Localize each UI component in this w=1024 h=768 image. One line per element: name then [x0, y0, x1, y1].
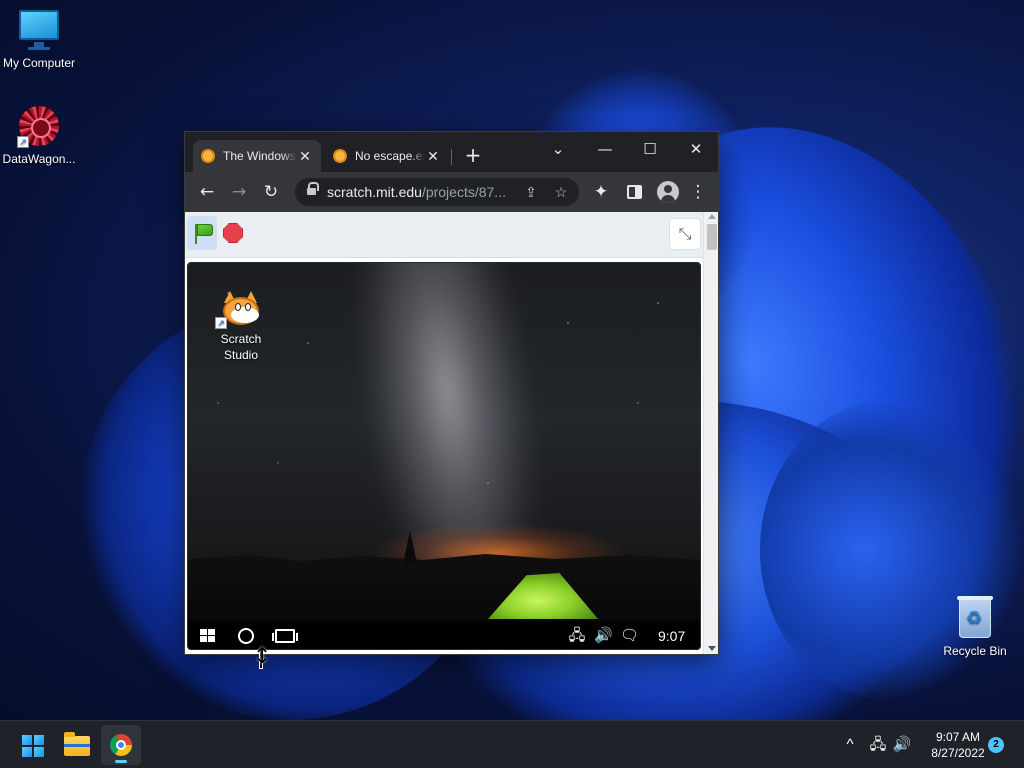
close-window-button[interactable]: ✕ — [676, 136, 716, 162]
forward-button[interactable]: → — [225, 178, 253, 206]
tab-close-icon[interactable]: ✕ — [425, 148, 441, 165]
scrollbar-thumb[interactable] — [707, 224, 717, 250]
share-icon[interactable]: ⇪ — [521, 178, 541, 206]
scroll-down-arrow-icon[interactable] — [708, 646, 716, 651]
vm-cortana-circle-icon[interactable] — [238, 628, 254, 644]
scratch-favicon-icon — [201, 149, 215, 163]
vm-task-view-icon[interactable] — [272, 629, 298, 643]
volume-icon[interactable]: 🔊 — [890, 721, 914, 768]
desktop-icon-my-computer[interactable]: My Computer — [0, 8, 81, 70]
folder-icon — [64, 732, 90, 756]
mandala-icon: ↗ — [17, 104, 61, 148]
tab-the-windows[interactable]: The Windows ✕ — [193, 140, 321, 172]
clock-date: 8/27/2022 — [931, 746, 985, 760]
profile-avatar-icon[interactable] — [657, 181, 679, 203]
address-bar-url: scratch.mit.edu/projects/87... — [327, 184, 506, 200]
clock-time: 9:07 AM — [935, 730, 981, 744]
desktop-icon-label: My Computer — [2, 56, 76, 70]
scratch-stage[interactable]: ↗ Scratch Studio 🖧 🔊 🗨 9:07 — [187, 262, 701, 650]
back-button[interactable]: ← — [193, 178, 221, 206]
vm-volume-icon[interactable]: 🔊 — [594, 627, 613, 645]
vm-network-disconnected-icon[interactable]: 🖧 — [568, 627, 586, 645]
vm-start-windows-icon[interactable] — [200, 629, 216, 643]
shortcut-arrow-icon: ↗ — [215, 317, 227, 329]
windows-taskbar: ^ 🖧 🔊 9:07 AM 8/27/2022 2 — [0, 720, 1024, 768]
chrome-menu-button[interactable]: ⋮ — [684, 178, 712, 206]
reload-button[interactable]: ↻ — [257, 178, 285, 206]
bookmark-star-icon[interactable]: ☆ — [551, 178, 571, 206]
resize-cursor-icon — [253, 644, 271, 672]
vm-desktop-icon-scratch-studio[interactable]: ↗ Scratch Studio — [208, 291, 274, 363]
vm-action-center-icon[interactable]: 🗨 — [620, 627, 639, 645]
tab-close-icon[interactable]: ✕ — [297, 148, 313, 165]
scratch-favicon-icon — [333, 149, 347, 163]
tab-title: The Windows — [223, 149, 296, 163]
shortcut-arrow-icon: ↗ — [17, 136, 29, 148]
page-scrollbar[interactable] — [703, 212, 718, 654]
scroll-up-arrow-icon[interactable] — [708, 214, 716, 219]
chrome-window[interactable]: The Windows ✕ No escape.exe ✕ + ⌄ — ☐ ✕ … — [184, 131, 719, 655]
active-app-indicator — [115, 760, 127, 763]
page-content: ⤡ ↗ Scratch Studio 🖧 🔊 🗨 9:07 — [185, 212, 718, 654]
green-flag-icon — [197, 224, 213, 236]
stop-button[interactable] — [223, 223, 243, 243]
scratch-player-controls: ⤡ — [185, 212, 703, 258]
tab-separator — [451, 149, 452, 165]
tab-title: No escape.exe — [355, 149, 425, 163]
vm-clock[interactable]: 9:07 — [658, 621, 685, 649]
green-flag-button[interactable] — [187, 216, 217, 250]
maximize-button[interactable]: ☐ — [630, 136, 670, 162]
taskbar-clock[interactable]: 9:07 AM 8/27/2022 — [918, 729, 998, 761]
extensions-puzzle-icon[interactable]: ✦ — [587, 178, 615, 206]
recycle-bin-icon — [953, 596, 997, 640]
network-icon[interactable]: 🖧 — [866, 721, 890, 768]
desktop-icon-datawagon[interactable]: ↗ DataWagon... — [0, 104, 81, 166]
minimize-button[interactable]: — — [585, 136, 625, 162]
address-bar[interactable]: scratch.mit.edu/projects/87... ⇪ ☆ — [295, 178, 579, 206]
scratch-cat-icon: ↗ — [215, 291, 261, 329]
chrome-taskbar-button[interactable] — [101, 725, 141, 765]
chrome-icon — [110, 734, 132, 756]
windows-logo-icon — [22, 735, 44, 757]
desktop-icon-label: DataWagon... — [2, 152, 76, 166]
browser-toolbar: ← → ↻ scratch.mit.edu/projects/87... ⇪ ☆… — [185, 172, 718, 212]
start-button[interactable] — [12, 725, 52, 765]
tab-strip: The Windows ✕ No escape.exe ✕ + ⌄ — ☐ ✕ — [185, 132, 718, 172]
side-panel-icon[interactable] — [627, 185, 642, 199]
notification-badge[interactable]: 2 — [988, 737, 1004, 753]
exit-fullscreen-button[interactable]: ⤡ — [669, 218, 701, 250]
new-tab-button[interactable]: + — [461, 144, 485, 168]
desktop-icon-label: Recycle Bin — [943, 644, 1007, 658]
vm-icon-label-line2: Studio — [223, 348, 259, 362]
show-hidden-icons-chevron-icon[interactable]: ^ — [840, 721, 860, 768]
vm-icon-label-line1: Scratch — [220, 332, 262, 346]
tab-no-escape[interactable]: No escape.exe ✕ — [325, 140, 449, 172]
tab-search-button[interactable]: ⌄ — [538, 136, 578, 162]
monitor-icon — [17, 8, 61, 52]
file-explorer-button[interactable] — [57, 725, 97, 765]
desktop-icon-recycle-bin[interactable]: Recycle Bin — [933, 596, 1017, 658]
lock-icon[interactable] — [307, 182, 319, 197]
